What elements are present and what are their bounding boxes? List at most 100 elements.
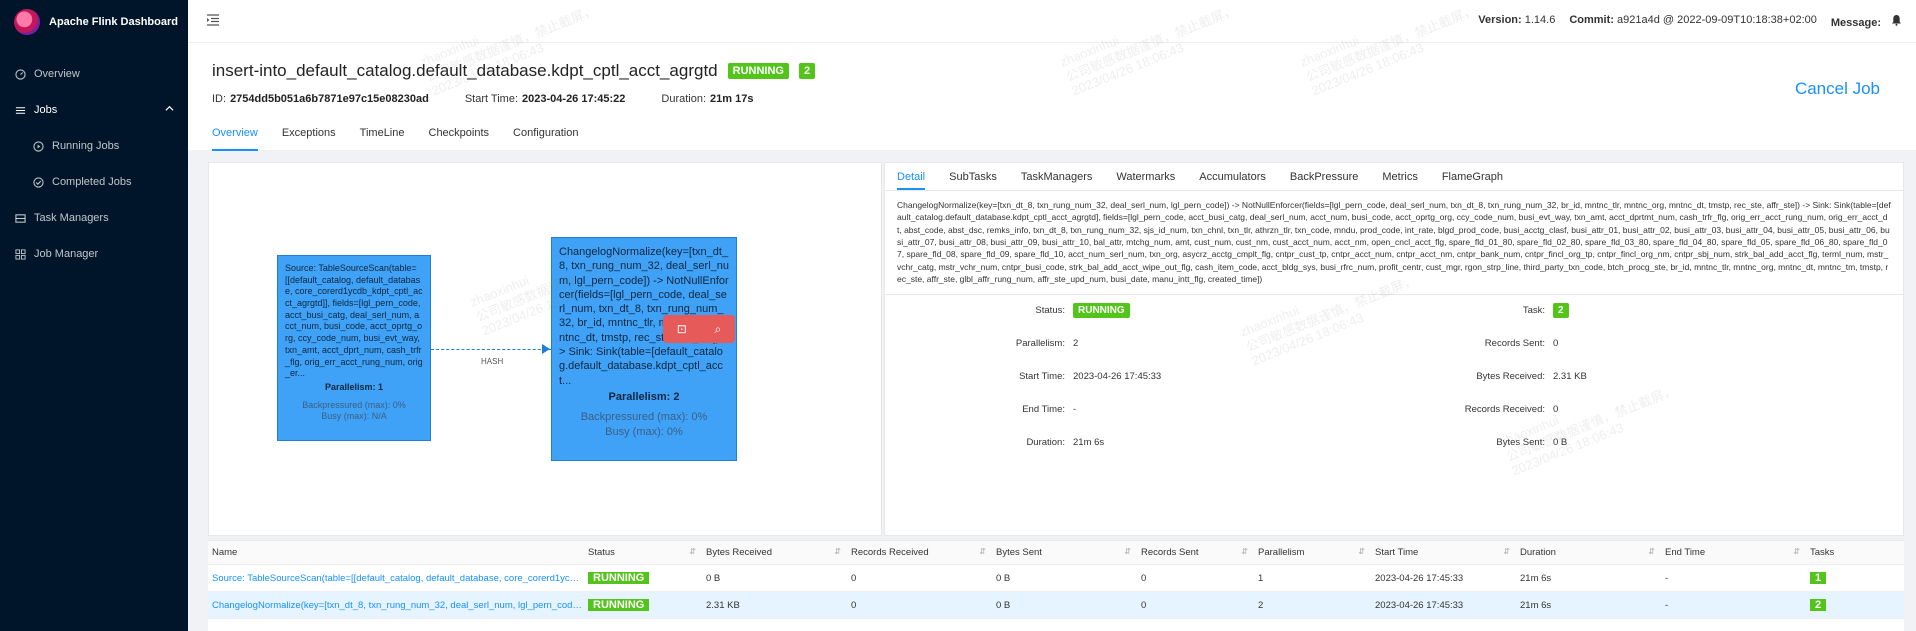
sidebar: Apache Flink Dashboard Overview Jobs Run… — [0, 0, 188, 631]
column-header-label: Parallelism — [1258, 547, 1305, 558]
duration: 21m 17s — [710, 93, 754, 105]
sidebar-item-running-jobs[interactable]: Running Jobs — [0, 128, 188, 164]
table-row[interactable]: Source: TableSourceScan(table=[[default_… — [208, 565, 1904, 592]
column-header[interactable]: Bytes Received ⇵ — [702, 547, 847, 558]
column-header[interactable]: Status ⇵ — [584, 547, 702, 558]
tab-accumulators[interactable]: Accumulators — [1199, 163, 1266, 190]
tab-overview[interactable]: Overview — [212, 123, 258, 151]
search-icon[interactable]: ⌕ — [714, 322, 721, 337]
prop-start-time: Start Time: 2023-04-26 17:45:33 — [885, 371, 1161, 382]
task-count-badge: 2 — [1553, 303, 1569, 318]
column-header-label: Start Time — [1375, 547, 1419, 558]
job-graph[interactable]: Source: TableSourceScan(table=[[default_… — [208, 162, 882, 536]
status-cell: RUNNING — [584, 599, 702, 611]
column-header[interactable]: Records Sent ⇵ — [1137, 547, 1254, 558]
bell-icon — [1891, 14, 1902, 29]
node-busy: Busy (max): 0% — [605, 425, 683, 438]
status-badge: RUNNING — [588, 572, 650, 584]
tab-detail[interactable]: Detail — [897, 163, 926, 190]
tab-exceptions[interactable]: Exceptions — [282, 123, 336, 151]
job-tabs: Overview Exceptions TimeLine Checkpoints… — [212, 123, 578, 151]
prop-value: 2.31 KB — [1553, 371, 1587, 382]
tab-timeline[interactable]: TimeLine — [360, 123, 405, 151]
edge-arrow-icon — [542, 344, 550, 354]
table-cell: 0 — [851, 599, 857, 611]
table-cell: 21m 6s — [1520, 599, 1552, 611]
graph-node-sink[interactable]: ChangelogNormalize(key=[txn_dt_8, txn_ru… — [551, 237, 737, 461]
prop-bytes-received: Bytes Received: 2.31 KB — [1365, 371, 1587, 382]
prop-parallelism: Parallelism: 2 — [885, 338, 1078, 349]
sidebar-item-completed-jobs[interactable]: Completed Jobs — [0, 164, 188, 200]
vertex-properties: Status: RUNNING Parallelism: 2 Start Time:… — [885, 295, 1903, 515]
prop-value: 0 — [1553, 338, 1559, 349]
check-circle-icon — [32, 176, 44, 188]
sidebar-item-label: Completed Jobs — [52, 176, 132, 188]
commit-value: a921a4d @ 2022-09-09T10:18:38+02:00 — [1617, 14, 1817, 26]
tasks-cell: 2 — [1806, 599, 1904, 611]
graph-edge — [431, 349, 551, 350]
prop-records-sent: Records Sent: 0 — [1365, 338, 1559, 349]
prop-label: Records Sent: — [1484, 338, 1545, 349]
vertex-name-link[interactable]: Source: TableSourceScan(table=[[default_… — [208, 573, 584, 584]
table-cell: 2023-04-26 17:45:33 — [1375, 572, 1464, 584]
cluster-icon — [14, 248, 26, 260]
prop-label: Bytes Received: — [1476, 371, 1545, 382]
table-cell: 21m 6s — [1520, 572, 1552, 584]
job-info: ID: 2754dd5b051a6b7871e97c15e08230ad Star… — [212, 93, 753, 105]
menu-fold-icon[interactable] — [206, 13, 220, 27]
sidebar-item-overview[interactable]: Overview — [0, 56, 188, 92]
brand[interactable]: Apache Flink Dashboard — [0, 0, 188, 44]
sidebar-item-label: Job Manager — [34, 248, 99, 260]
tab-metrics[interactable]: Metrics — [1382, 163, 1417, 190]
status-badge: RUNNING — [727, 63, 789, 79]
table-row[interactable]: ChangelogNormalize(key=[txn_dt_8, txn_ru… — [208, 592, 1904, 619]
column-header[interactable]: End Time ⇵ — [1661, 547, 1806, 558]
vertex-name-link[interactable]: ChangelogNormalize(key=[txn_dt_8, txn_ru… — [208, 600, 584, 611]
prop-value: 2023-04-26 17:45:33 — [1073, 371, 1162, 382]
sidebar-item-jobs[interactable]: Jobs — [0, 92, 188, 128]
table-cell: 1 — [1258, 572, 1264, 584]
tab-watermarks[interactable]: Watermarks — [1116, 163, 1175, 190]
prop-label: Task: — [1522, 305, 1545, 316]
sort-icon: ⇵ — [1648, 547, 1655, 556]
sidebar-item-task-managers[interactable]: Task Managers — [0, 200, 188, 236]
column-header[interactable]: Bytes Sent ⇵ — [992, 547, 1137, 558]
message-label: Message: — [1830, 17, 1881, 29]
column-header[interactable]: Duration ⇵ — [1516, 547, 1661, 558]
message-button[interactable]: Message: — [1831, 14, 1902, 29]
table-cell: 0 — [851, 572, 857, 584]
sort-icon: ⇵ — [689, 547, 696, 556]
sidebar-item-job-manager[interactable]: Job Manager — [0, 236, 188, 272]
graph-node-source[interactable]: Source: TableSourceScan(table=[[default_… — [277, 255, 431, 441]
sidebar-item-label: Overview — [34, 68, 80, 80]
task-count-badge: 2 — [798, 63, 816, 79]
cancel-job-button[interactable]: Cancel Job — [1795, 79, 1880, 99]
job-id-label: ID: — [212, 93, 227, 105]
tab-subtasks[interactable]: SubTasks — [949, 163, 997, 190]
tab-taskmanagers[interactable]: TaskManagers — [1021, 163, 1093, 190]
prop-value: 21m 6s — [1073, 437, 1105, 448]
ai-icon[interactable]: ⊡ — [677, 322, 687, 336]
tab-checkpoints[interactable]: Checkpoints — [429, 123, 490, 151]
tab-configuration[interactable]: Configuration — [513, 123, 578, 151]
column-header[interactable]: Name — [208, 547, 584, 558]
sort-icon: ⇵ — [979, 547, 986, 556]
tab-backpressure[interactable]: BackPressure — [1290, 163, 1358, 190]
column-header[interactable]: Start Time ⇵ — [1371, 547, 1516, 558]
brand-title: Apache Flink Dashboard — [49, 16, 178, 28]
table-cell: 0 — [1141, 572, 1147, 584]
prop-label: Status: — [1035, 305, 1065, 316]
sort-icon: ⇵ — [1503, 547, 1510, 556]
node-description: Source: TableSourceScan(table=[[default_… — [285, 263, 423, 379]
duration-label: Duration: — [661, 93, 707, 105]
column-header[interactable]: Records Received ⇵ — [847, 547, 992, 558]
column-header[interactable]: Parallelism ⇵ — [1254, 547, 1371, 558]
column-header[interactable]: Tasks — [1806, 547, 1904, 558]
sidebar-item-label: Running Jobs — [52, 140, 120, 152]
column-header-label: Records Received — [851, 547, 929, 558]
vertices-table: Name Status ⇵ Bytes Received ⇵ Records Rec… — [208, 540, 1904, 631]
tasks-cell: 1 — [1806, 572, 1904, 584]
prop-label: Bytes Sent: — [1496, 437, 1545, 448]
prop-value: 0 B — [1553, 437, 1568, 448]
tab-flamegraph[interactable]: FlameGraph — [1442, 163, 1503, 190]
